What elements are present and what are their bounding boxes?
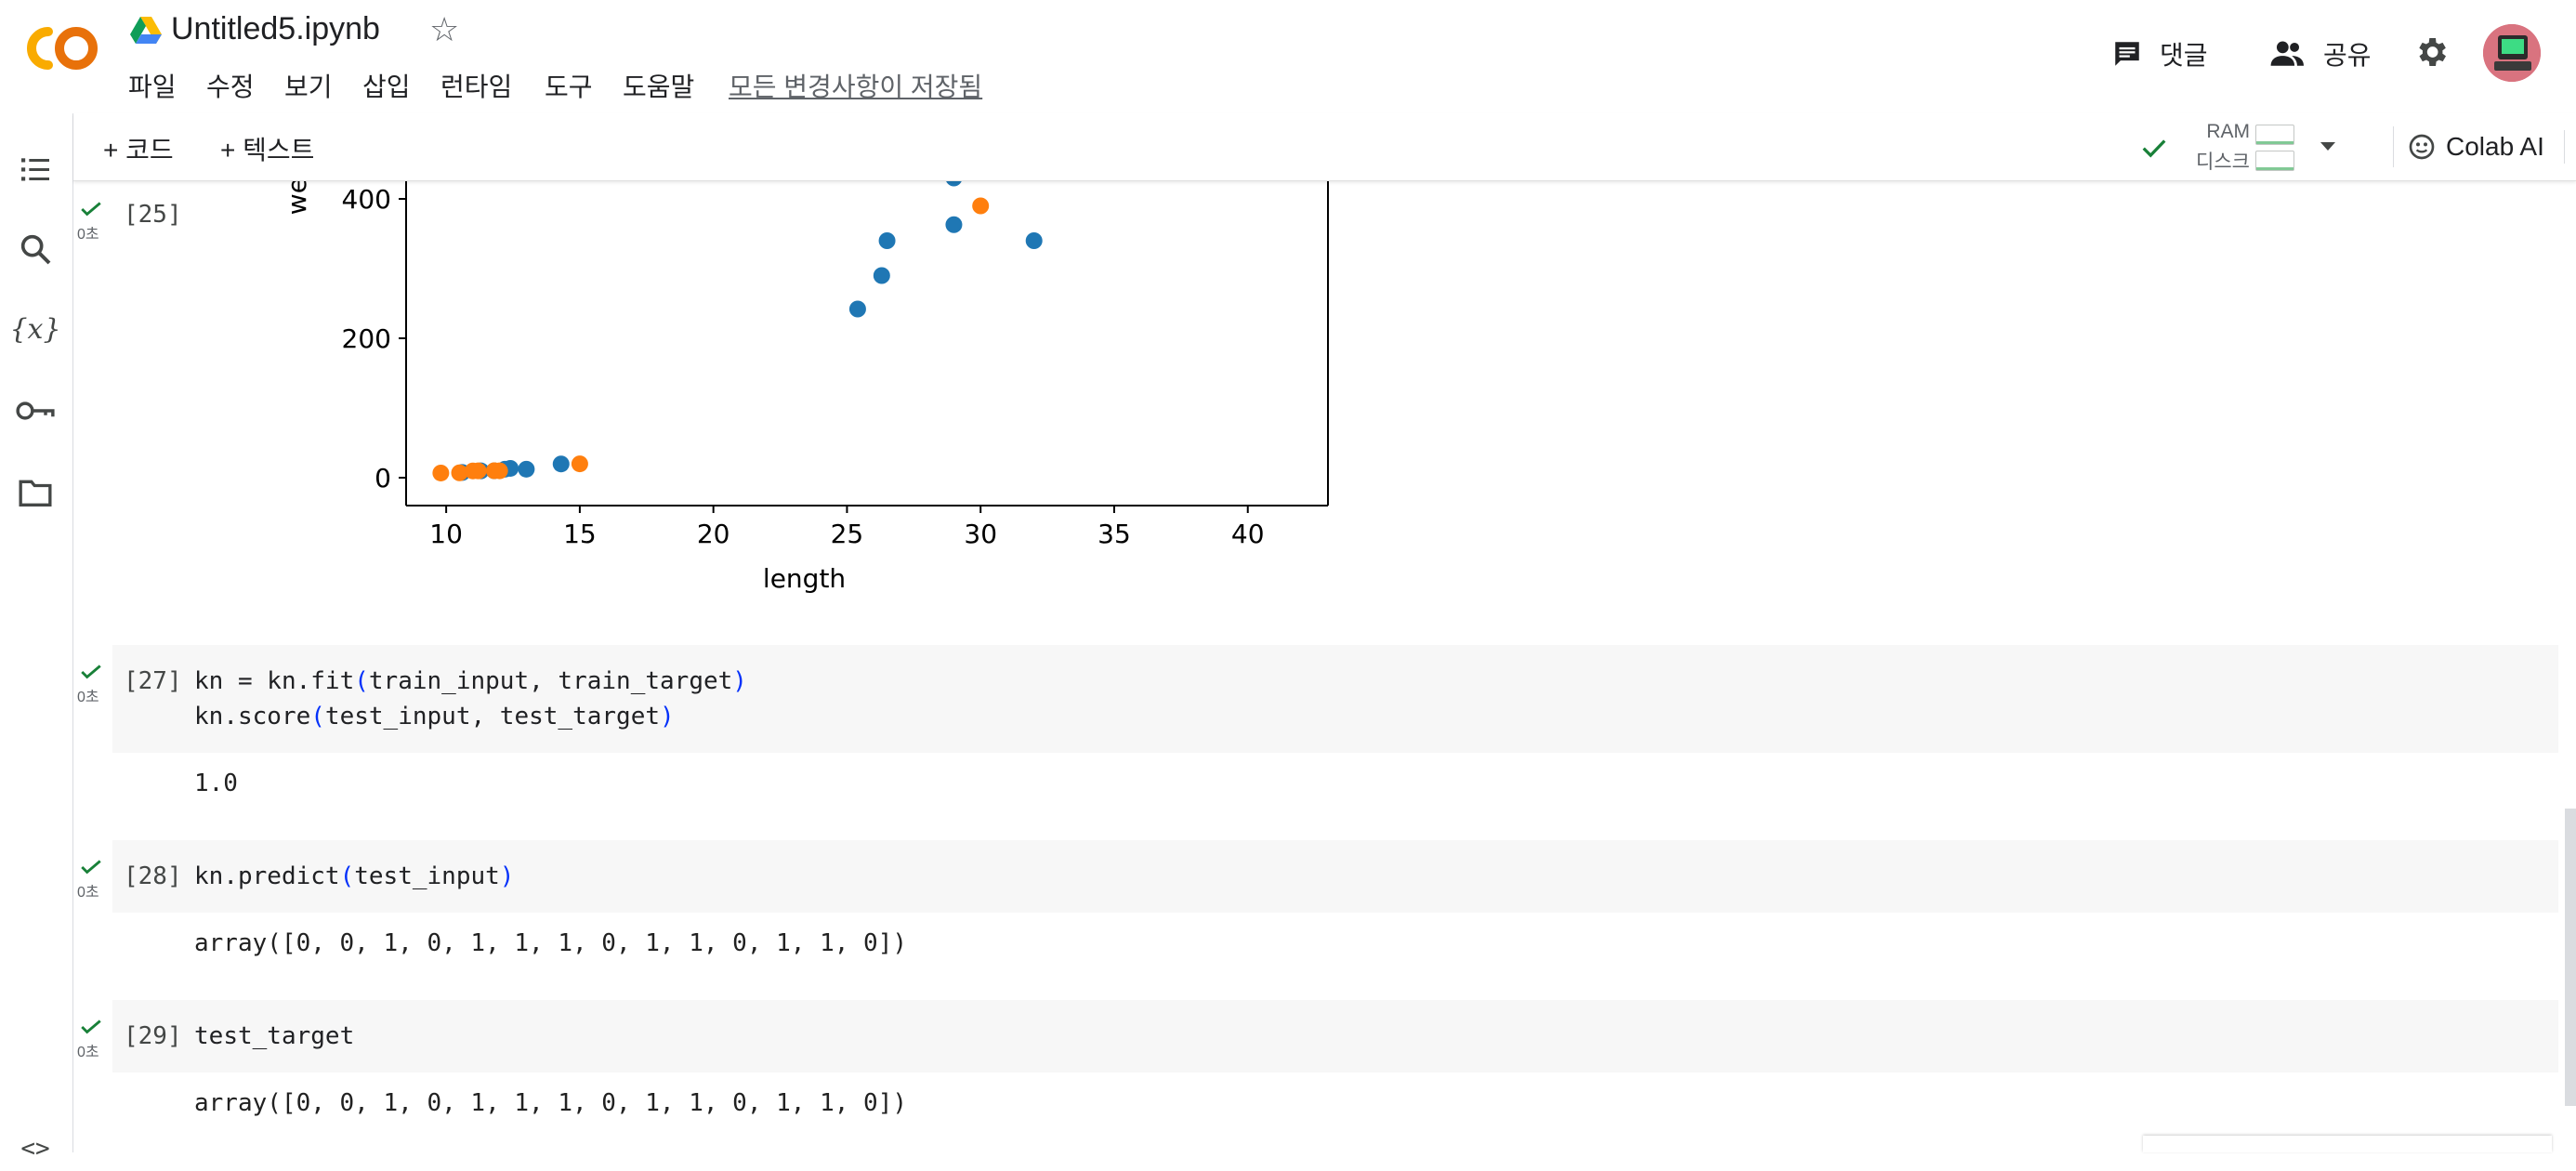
y-tick-label: 0 bbox=[375, 463, 391, 493]
scatter-point bbox=[972, 197, 990, 215]
cell-28-exec-count: [28] bbox=[124, 862, 182, 890]
share-button[interactable]: 공유 bbox=[2269, 32, 2372, 76]
notebook-toolbar: + 코드 + 텍스트 RAM 디스크 Colab AI bbox=[73, 113, 2576, 181]
cell-29-output: array([0, 0, 1, 0, 1, 1, 1, 0, 1, 1, 0, … bbox=[194, 1089, 908, 1117]
colab-logo[interactable] bbox=[20, 20, 104, 76]
y-tick-label: 200 bbox=[342, 323, 391, 354]
menu-edit[interactable]: 수정 bbox=[206, 67, 255, 104]
variables-icon[interactable]: {x} bbox=[9, 307, 60, 351]
scatter-point bbox=[552, 455, 570, 473]
table-of-contents-icon[interactable] bbox=[13, 147, 58, 191]
avatar-image bbox=[2483, 24, 2541, 82]
resource-monitor[interactable]: RAM 디스크 bbox=[2138, 119, 2324, 177]
scatter-point bbox=[848, 300, 866, 318]
x-axis-label: length bbox=[763, 563, 846, 594]
folder-icon[interactable] bbox=[13, 470, 58, 515]
scatter-plot: 101520253035400200400lengthweight bbox=[282, 180, 1329, 594]
cell-27-exec-time: 0초 bbox=[77, 690, 99, 705]
scatter-point bbox=[432, 464, 450, 481]
y-axis-label: weight bbox=[282, 180, 312, 215]
x-tick-label: 15 bbox=[563, 519, 597, 549]
cell-27-output: 1.0 bbox=[194, 770, 238, 797]
menu-file[interactable]: 파일 bbox=[128, 67, 177, 104]
gear-icon[interactable] bbox=[2412, 33, 2450, 71]
cell-action-toolbar[interactable] bbox=[2143, 1136, 2552, 1152]
people-icon bbox=[2270, 41, 2304, 66]
scatter-point bbox=[469, 462, 487, 480]
x-tick-label: 10 bbox=[429, 519, 463, 549]
disk-meter bbox=[2255, 151, 2294, 171]
google-drive-icon[interactable] bbox=[130, 17, 162, 45]
code-text: kn.predict(test_input) bbox=[194, 862, 515, 890]
notebook-area[interactable]: 0초 [25] 101520253035400200400lengthweigh… bbox=[73, 180, 2576, 1152]
cell-27-editor[interactable] bbox=[112, 645, 2558, 753]
code-text: kn = kn.fit(train_input, train_target) bbox=[194, 667, 747, 695]
scatter-point bbox=[878, 232, 896, 249]
colab-ai-icon bbox=[2409, 134, 2435, 160]
code-text: kn.score(test_input, test_target) bbox=[194, 703, 675, 730]
menu-help[interactable]: 도움말 bbox=[623, 67, 694, 104]
colab-ai-button[interactable]: Colab AI bbox=[2393, 126, 2557, 167]
x-tick-label: 25 bbox=[831, 519, 864, 549]
comment-button[interactable]: 댓글 bbox=[2111, 32, 2208, 76]
menu-tools[interactable]: 도구 bbox=[545, 67, 593, 104]
key-icon[interactable] bbox=[13, 388, 58, 433]
y-tick-label: 400 bbox=[342, 184, 391, 215]
cell-27-code-line-1[interactable]: kn = kn.fit(train_input, train_target) bbox=[194, 667, 747, 695]
colab-ai-label: Colab AI bbox=[2446, 132, 2544, 161]
x-tick-label: 40 bbox=[1231, 519, 1265, 549]
cell-28-output: array([0, 0, 1, 0, 1, 1, 1, 0, 1, 1, 0, … bbox=[194, 929, 908, 957]
disk-label: 디스크 bbox=[2196, 151, 2250, 173]
chevron-down-icon[interactable] bbox=[2319, 139, 2337, 152]
search-icon[interactable] bbox=[13, 227, 58, 271]
vertical-scrollbar[interactable] bbox=[2565, 809, 2576, 1106]
save-status[interactable]: 모든 변경사항이 저장됨 bbox=[729, 67, 982, 104]
x-tick-label: 35 bbox=[1097, 519, 1131, 549]
cell-28-code-line-1[interactable]: kn.predict(test_input) bbox=[194, 862, 514, 890]
comment-icon bbox=[2115, 42, 2139, 66]
cell-28-exec-time: 0초 bbox=[77, 885, 99, 901]
star-icon[interactable]: ☆ bbox=[429, 13, 459, 46]
cell-29-exec-count: [29] bbox=[124, 1022, 182, 1050]
cell-29-editor[interactable] bbox=[112, 1000, 2558, 1072]
code-text: test_target bbox=[194, 1022, 355, 1050]
ram-label: RAM bbox=[2206, 121, 2250, 142]
cell-29-code-line-1[interactable]: test_target bbox=[194, 1022, 354, 1050]
left-sidebar: {x} <> bbox=[0, 113, 73, 1163]
collapse-header-button[interactable] bbox=[2564, 130, 2576, 164]
scatter-point bbox=[518, 460, 535, 478]
cell-27-exec-count: [27] bbox=[124, 667, 182, 695]
cell-28-run-check-icon[interactable] bbox=[79, 859, 103, 875]
ram-meter bbox=[2255, 125, 2294, 145]
share-label: 공유 bbox=[2323, 41, 2372, 70]
menu-view[interactable]: 보기 bbox=[284, 67, 333, 104]
cell-29-run-check-icon[interactable] bbox=[79, 1019, 103, 1035]
app-header: Untitled5.ipynb ☆ 파일 수정 보기 삽입 런타임 도구 도움말… bbox=[0, 0, 2576, 114]
scatter-point bbox=[873, 267, 890, 284]
scatter-point bbox=[571, 455, 588, 473]
x-tick-label: 20 bbox=[697, 519, 730, 549]
cell-29-exec-time: 0초 bbox=[77, 1045, 99, 1060]
add-text-button[interactable]: + 텍스트 bbox=[220, 130, 314, 167]
cell-27-code-line-2[interactable]: kn.score(test_input, test_target) bbox=[194, 703, 675, 730]
scatter-point bbox=[491, 462, 508, 480]
code-snippets-icon[interactable]: <> bbox=[13, 1126, 58, 1171]
menu-insert[interactable]: 삽입 bbox=[362, 67, 411, 104]
scatter-point bbox=[1025, 232, 1043, 249]
menu-runtime[interactable]: 런타임 bbox=[440, 67, 512, 104]
comment-label: 댓글 bbox=[2160, 41, 2208, 70]
scatter-point bbox=[945, 216, 963, 233]
cell-25-run-check-icon bbox=[81, 202, 101, 217]
notebook-title[interactable]: Untitled5.ipynb bbox=[171, 11, 380, 47]
add-code-button[interactable]: + 코드 bbox=[103, 130, 174, 167]
cell-27-run-check-icon[interactable] bbox=[79, 664, 103, 680]
x-tick-label: 30 bbox=[964, 519, 997, 549]
connected-check-icon bbox=[2142, 139, 2166, 158]
user-avatar[interactable] bbox=[2483, 24, 2541, 82]
cell-25-exec-time: 0초 bbox=[77, 227, 99, 243]
